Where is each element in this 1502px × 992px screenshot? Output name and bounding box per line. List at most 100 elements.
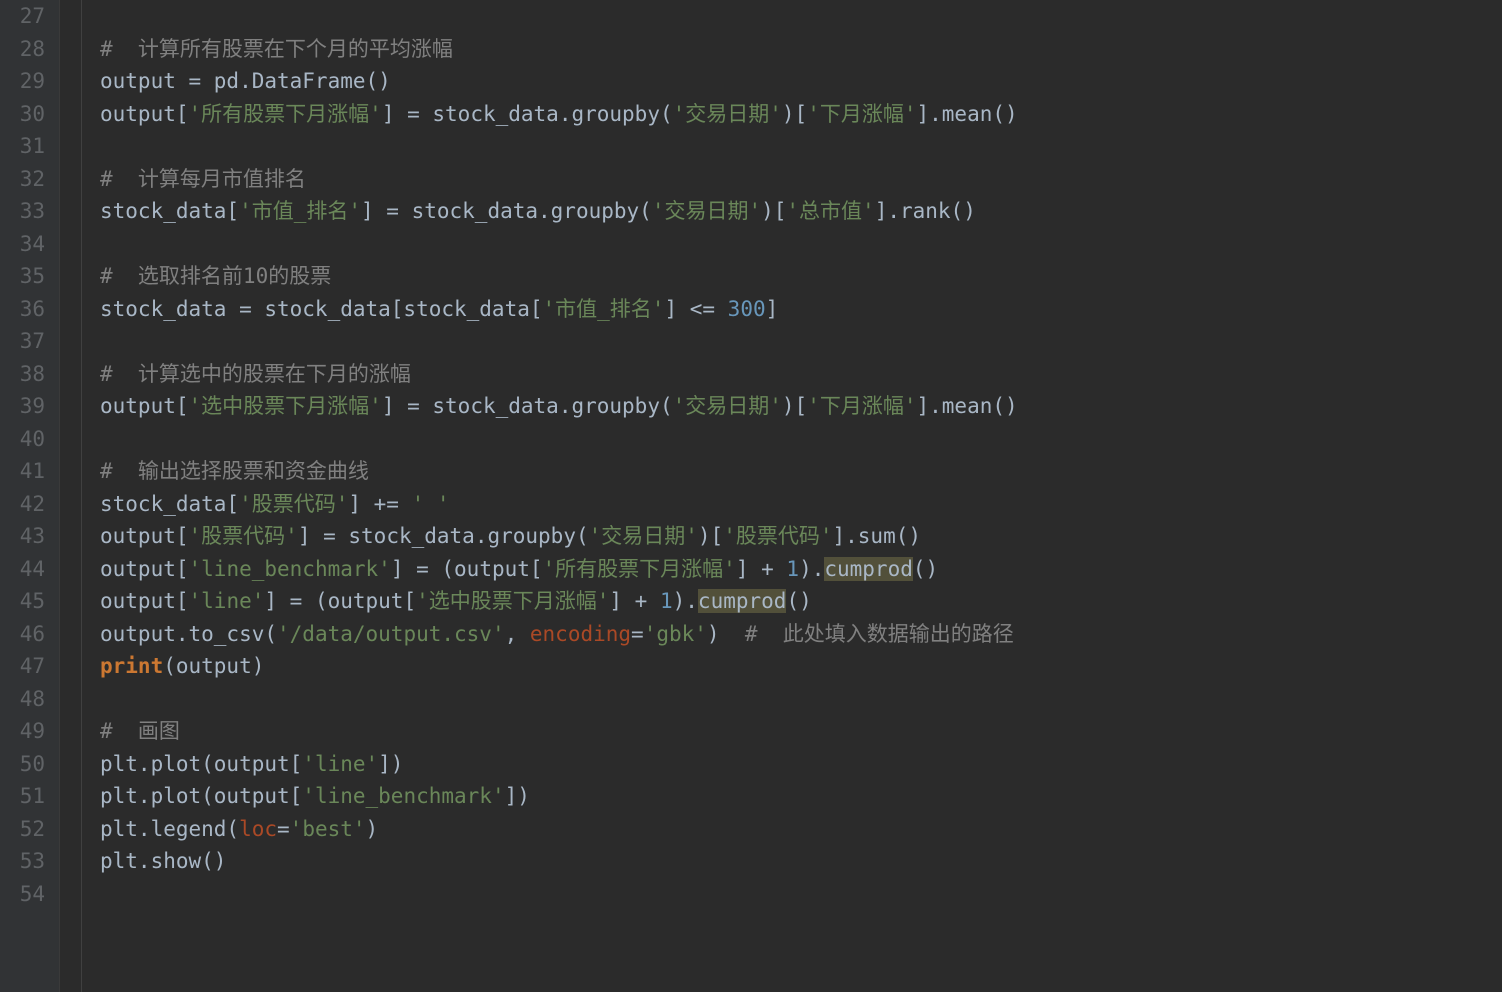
code-line[interactable]: plt.show() xyxy=(100,845,1502,878)
code-line[interactable]: # 画图 xyxy=(100,715,1502,748)
token-string: '股票代码' xyxy=(723,524,832,548)
code-line[interactable]: # 计算选中的股票在下月的涨幅 xyxy=(100,358,1502,391)
token-default: )[ xyxy=(698,524,723,548)
token-default: output[ xyxy=(100,557,189,581)
token-default: output[ xyxy=(100,394,189,418)
token-default: ]) xyxy=(378,752,403,776)
token-default: plt.show() xyxy=(100,849,226,873)
line-number[interactable]: 36 xyxy=(8,293,45,326)
code-line[interactable]: output['选中股票下月涨幅'] = stock_data.groupby(… xyxy=(100,390,1502,423)
token-string: '总市值' xyxy=(786,199,874,223)
line-number[interactable]: 28 xyxy=(8,33,45,66)
line-number[interactable]: 46 xyxy=(8,618,45,651)
token-default: output[ xyxy=(100,102,189,126)
token-default: ] + xyxy=(609,589,660,613)
token-default: plt.plot(output[ xyxy=(100,752,302,776)
token-string: '股票代码' xyxy=(239,492,348,516)
line-number[interactable]: 50 xyxy=(8,748,45,781)
line-number[interactable]: 30 xyxy=(8,98,45,131)
token-string: '交易日期' xyxy=(652,199,761,223)
gutter-divider xyxy=(60,0,82,992)
token-default: ] = stock_data.groupby( xyxy=(361,199,652,223)
code-line[interactable]: output['line'] = (output['选中股票下月涨幅'] + 1… xyxy=(100,585,1502,618)
line-number[interactable]: 47 xyxy=(8,650,45,683)
token-string: 'line_benchmark' xyxy=(302,784,504,808)
line-number[interactable]: 48 xyxy=(8,683,45,716)
code-line[interactable]: plt.plot(output['line_benchmark']) xyxy=(100,780,1502,813)
code-line[interactable] xyxy=(100,683,1502,716)
code-line[interactable] xyxy=(100,878,1502,911)
line-number[interactable]: 31 xyxy=(8,130,45,163)
code-line[interactable]: output.to_csv('/data/output.csv', encodi… xyxy=(100,618,1502,651)
code-line[interactable]: stock_data['市值_排名'] = stock_data.groupby… xyxy=(100,195,1502,228)
token-default: = xyxy=(277,817,290,841)
code-line[interactable] xyxy=(100,423,1502,456)
token-string: '/data/output.csv' xyxy=(277,622,505,646)
line-number[interactable]: 40 xyxy=(8,423,45,456)
token-string: 'line' xyxy=(302,752,378,776)
token-string: '选中股票下月涨幅' xyxy=(416,589,609,613)
token-default: ) xyxy=(366,817,379,841)
line-number[interactable]: 32 xyxy=(8,163,45,196)
token-default: , xyxy=(505,622,530,646)
token-string: '交易日期' xyxy=(673,394,782,418)
token-kwarg: encoding xyxy=(530,622,631,646)
token-default: ] = stock_data.groupby( xyxy=(382,102,673,126)
token-default: ] += xyxy=(348,492,411,516)
line-number[interactable]: 42 xyxy=(8,488,45,521)
code-line[interactable] xyxy=(100,325,1502,358)
token-string: 'gbk' xyxy=(644,622,707,646)
code-line[interactable] xyxy=(100,0,1502,33)
token-default: ] + xyxy=(736,557,787,581)
line-number[interactable]: 37 xyxy=(8,325,45,358)
token-default: = xyxy=(631,622,644,646)
line-number[interactable]: 27 xyxy=(8,0,45,33)
token-string: 'line' xyxy=(189,589,265,613)
line-number[interactable]: 43 xyxy=(8,520,45,553)
line-number[interactable]: 51 xyxy=(8,780,45,813)
line-number[interactable]: 34 xyxy=(8,228,45,261)
line-number[interactable]: 41 xyxy=(8,455,45,488)
code-content[interactable]: # 计算所有股票在下个月的平均涨幅 output = pd.DataFrame()… xyxy=(82,0,1502,992)
line-number[interactable]: 39 xyxy=(8,390,45,423)
code-line[interactable]: stock_data['股票代码'] += ' ' xyxy=(100,488,1502,521)
line-number[interactable]: 53 xyxy=(8,845,45,878)
token-default: stock_data[ xyxy=(100,199,239,223)
token-default: )[ xyxy=(761,199,786,223)
line-number[interactable]: 54 xyxy=(8,878,45,911)
code-line[interactable]: print(output) xyxy=(100,650,1502,683)
code-line[interactable] xyxy=(100,130,1502,163)
code-line[interactable]: output['所有股票下月涨幅'] = stock_data.groupby(… xyxy=(100,98,1502,131)
token-comment: # 输出选择股票和资金曲线 xyxy=(100,459,369,483)
line-number[interactable]: 52 xyxy=(8,813,45,846)
code-line[interactable]: plt.legend(loc='best') xyxy=(100,813,1502,846)
code-line[interactable]: # 计算每月市值排名 xyxy=(100,163,1502,196)
line-number[interactable]: 29 xyxy=(8,65,45,98)
line-number[interactable]: 38 xyxy=(8,358,45,391)
token-string: 'line_benchmark' xyxy=(189,557,391,581)
token-comment: # 计算所有股票在下个月的平均涨幅 xyxy=(100,37,453,61)
line-number[interactable]: 49 xyxy=(8,715,45,748)
line-number[interactable]: 45 xyxy=(8,585,45,618)
token-string: '所有股票下月涨幅' xyxy=(189,102,382,126)
code-line[interactable]: plt.plot(output['line']) xyxy=(100,748,1502,781)
code-line[interactable]: output['股票代码'] = stock_data.groupby('交易日… xyxy=(100,520,1502,553)
token-comment: # 此处填入数据输出的路径 xyxy=(745,622,1014,646)
line-number[interactable]: 44 xyxy=(8,553,45,586)
code-line[interactable]: output = pd.DataFrame() xyxy=(100,65,1502,98)
code-line[interactable]: output['line_benchmark'] = (output['所有股票… xyxy=(100,553,1502,586)
token-string: '市值_排名' xyxy=(239,199,361,223)
code-line[interactable]: # 输出选择股票和资金曲线 xyxy=(100,455,1502,488)
code-line[interactable]: # 选取排名前10的股票 xyxy=(100,260,1502,293)
code-line[interactable]: # 计算所有股票在下个月的平均涨幅 xyxy=(100,33,1502,66)
code-line[interactable]: stock_data = stock_data[stock_data['市值_排… xyxy=(100,293,1502,326)
token-default: ].rank() xyxy=(875,199,976,223)
line-number[interactable]: 35 xyxy=(8,260,45,293)
line-number[interactable]: 33 xyxy=(8,195,45,228)
token-default: ) xyxy=(707,622,745,646)
token-default: ] = (output[ xyxy=(391,557,543,581)
token-string: '选中股票下月涨幅' xyxy=(189,394,382,418)
token-default: output.to_csv( xyxy=(100,622,277,646)
code-editor: 2728293031323334353637383940414243444546… xyxy=(0,0,1502,992)
code-line[interactable] xyxy=(100,228,1502,261)
